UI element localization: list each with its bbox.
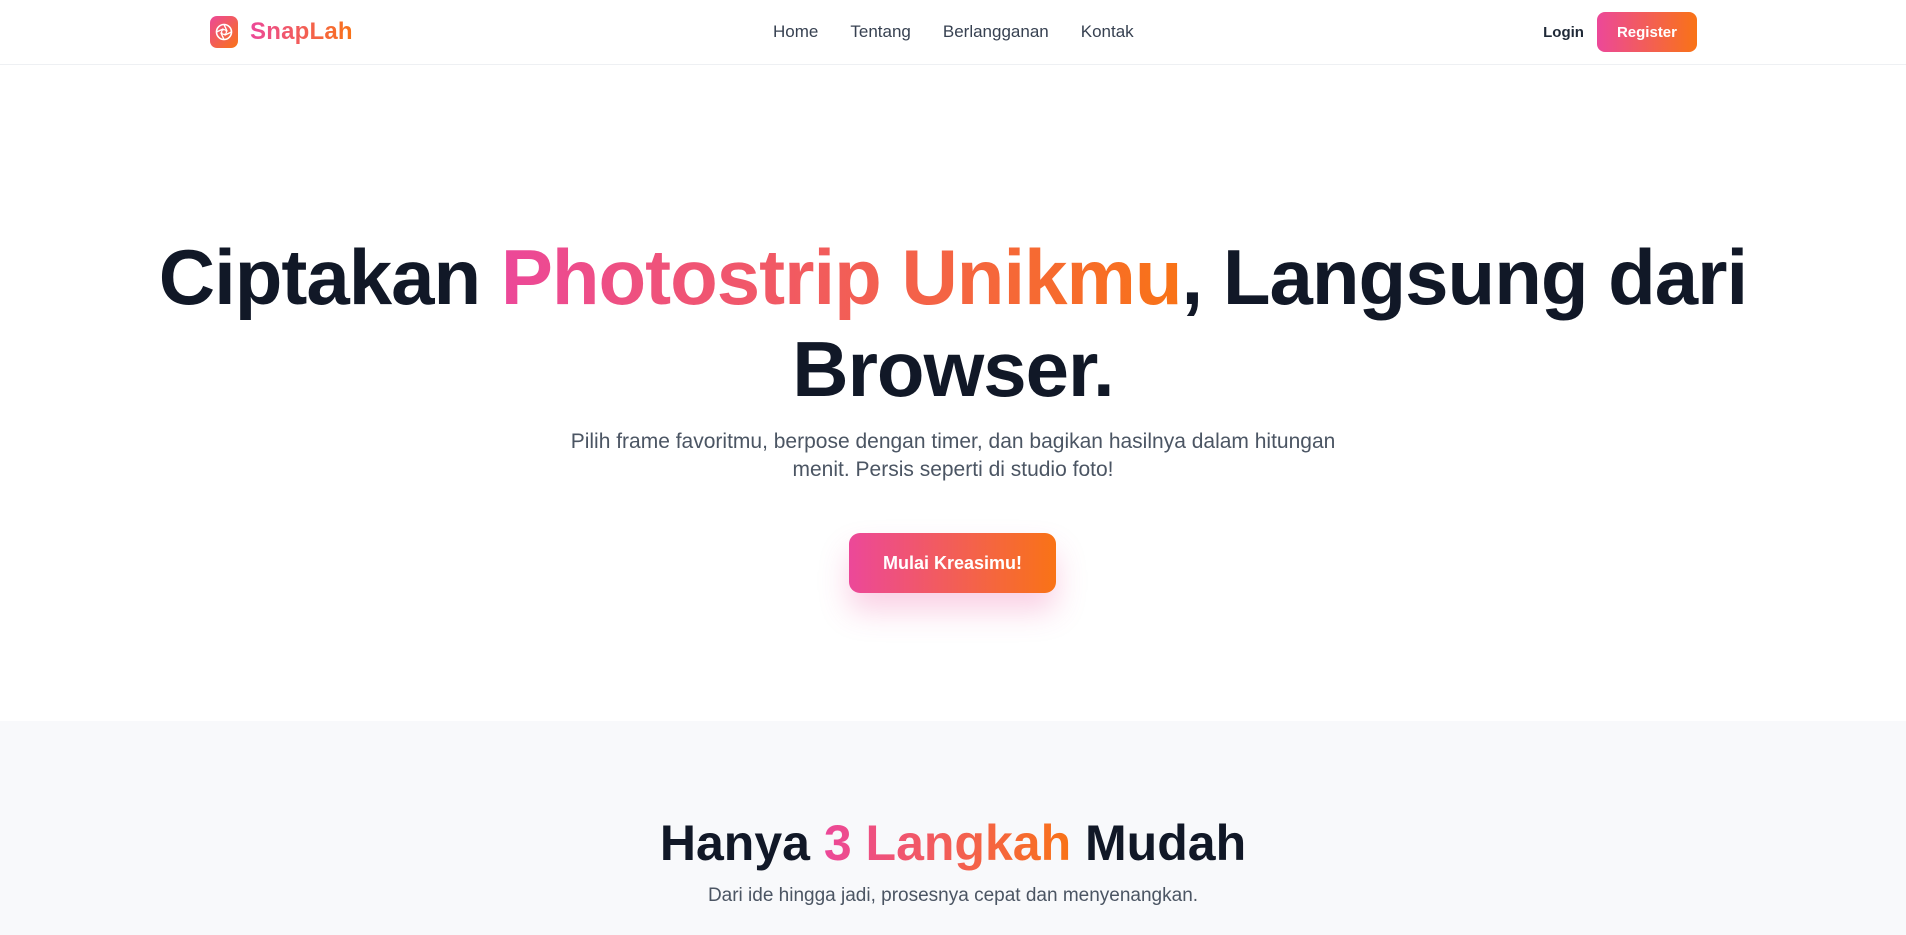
nav-link-home[interactable]: Home — [773, 21, 818, 43]
nav-link-kontak[interactable]: Kontak — [1081, 21, 1134, 43]
steps-title-highlight: 3 Langkah — [823, 815, 1072, 871]
steps-title: Hanya 3 Langkah Mudah — [0, 813, 1906, 873]
brand-name: SnapLah — [250, 18, 353, 45]
register-button[interactable]: Register — [1596, 12, 1697, 52]
steps-title-tail: Mudah — [1071, 815, 1247, 871]
steps-title-lead: Hanya — [659, 815, 824, 871]
hero-title-highlight: Photostrip Unikmu — [500, 233, 1183, 321]
hero-title: Ciptakan Photostrip Unikmu, Langsung dar… — [0, 231, 1906, 415]
camera-aperture-icon — [210, 16, 238, 48]
hero-subtitle: Pilih frame favoritmu, berpose dengan ti… — [570, 430, 1336, 481]
main-nav: Home Tentang Berlangganan Kontak — [773, 21, 1134, 43]
steps-section: Hanya 3 Langkah Mudah Dari ide hingga ja… — [0, 721, 1906, 935]
hero-section: Ciptakan Photostrip Unikmu, Langsung dar… — [0, 66, 1906, 721]
steps-subtitle: Dari ide hingga jadi, prosesnya cepat da… — [707, 885, 1199, 906]
nav-link-berlangganan[interactable]: Berlangganan — [943, 21, 1049, 43]
start-creating-button[interactable]: Mulai Kreasimu! — [849, 533, 1056, 593]
hero-title-lead: Ciptakan — [158, 233, 501, 321]
login-link[interactable]: Login — [1543, 24, 1584, 41]
brand-logo-link[interactable]: SnapLah — [210, 16, 353, 48]
auth-actions: Login Register — [1543, 12, 1697, 52]
nav-link-tentang[interactable]: Tentang — [850, 21, 911, 43]
navbar: SnapLah Home Tentang Berlangganan Kontak… — [0, 0, 1906, 65]
